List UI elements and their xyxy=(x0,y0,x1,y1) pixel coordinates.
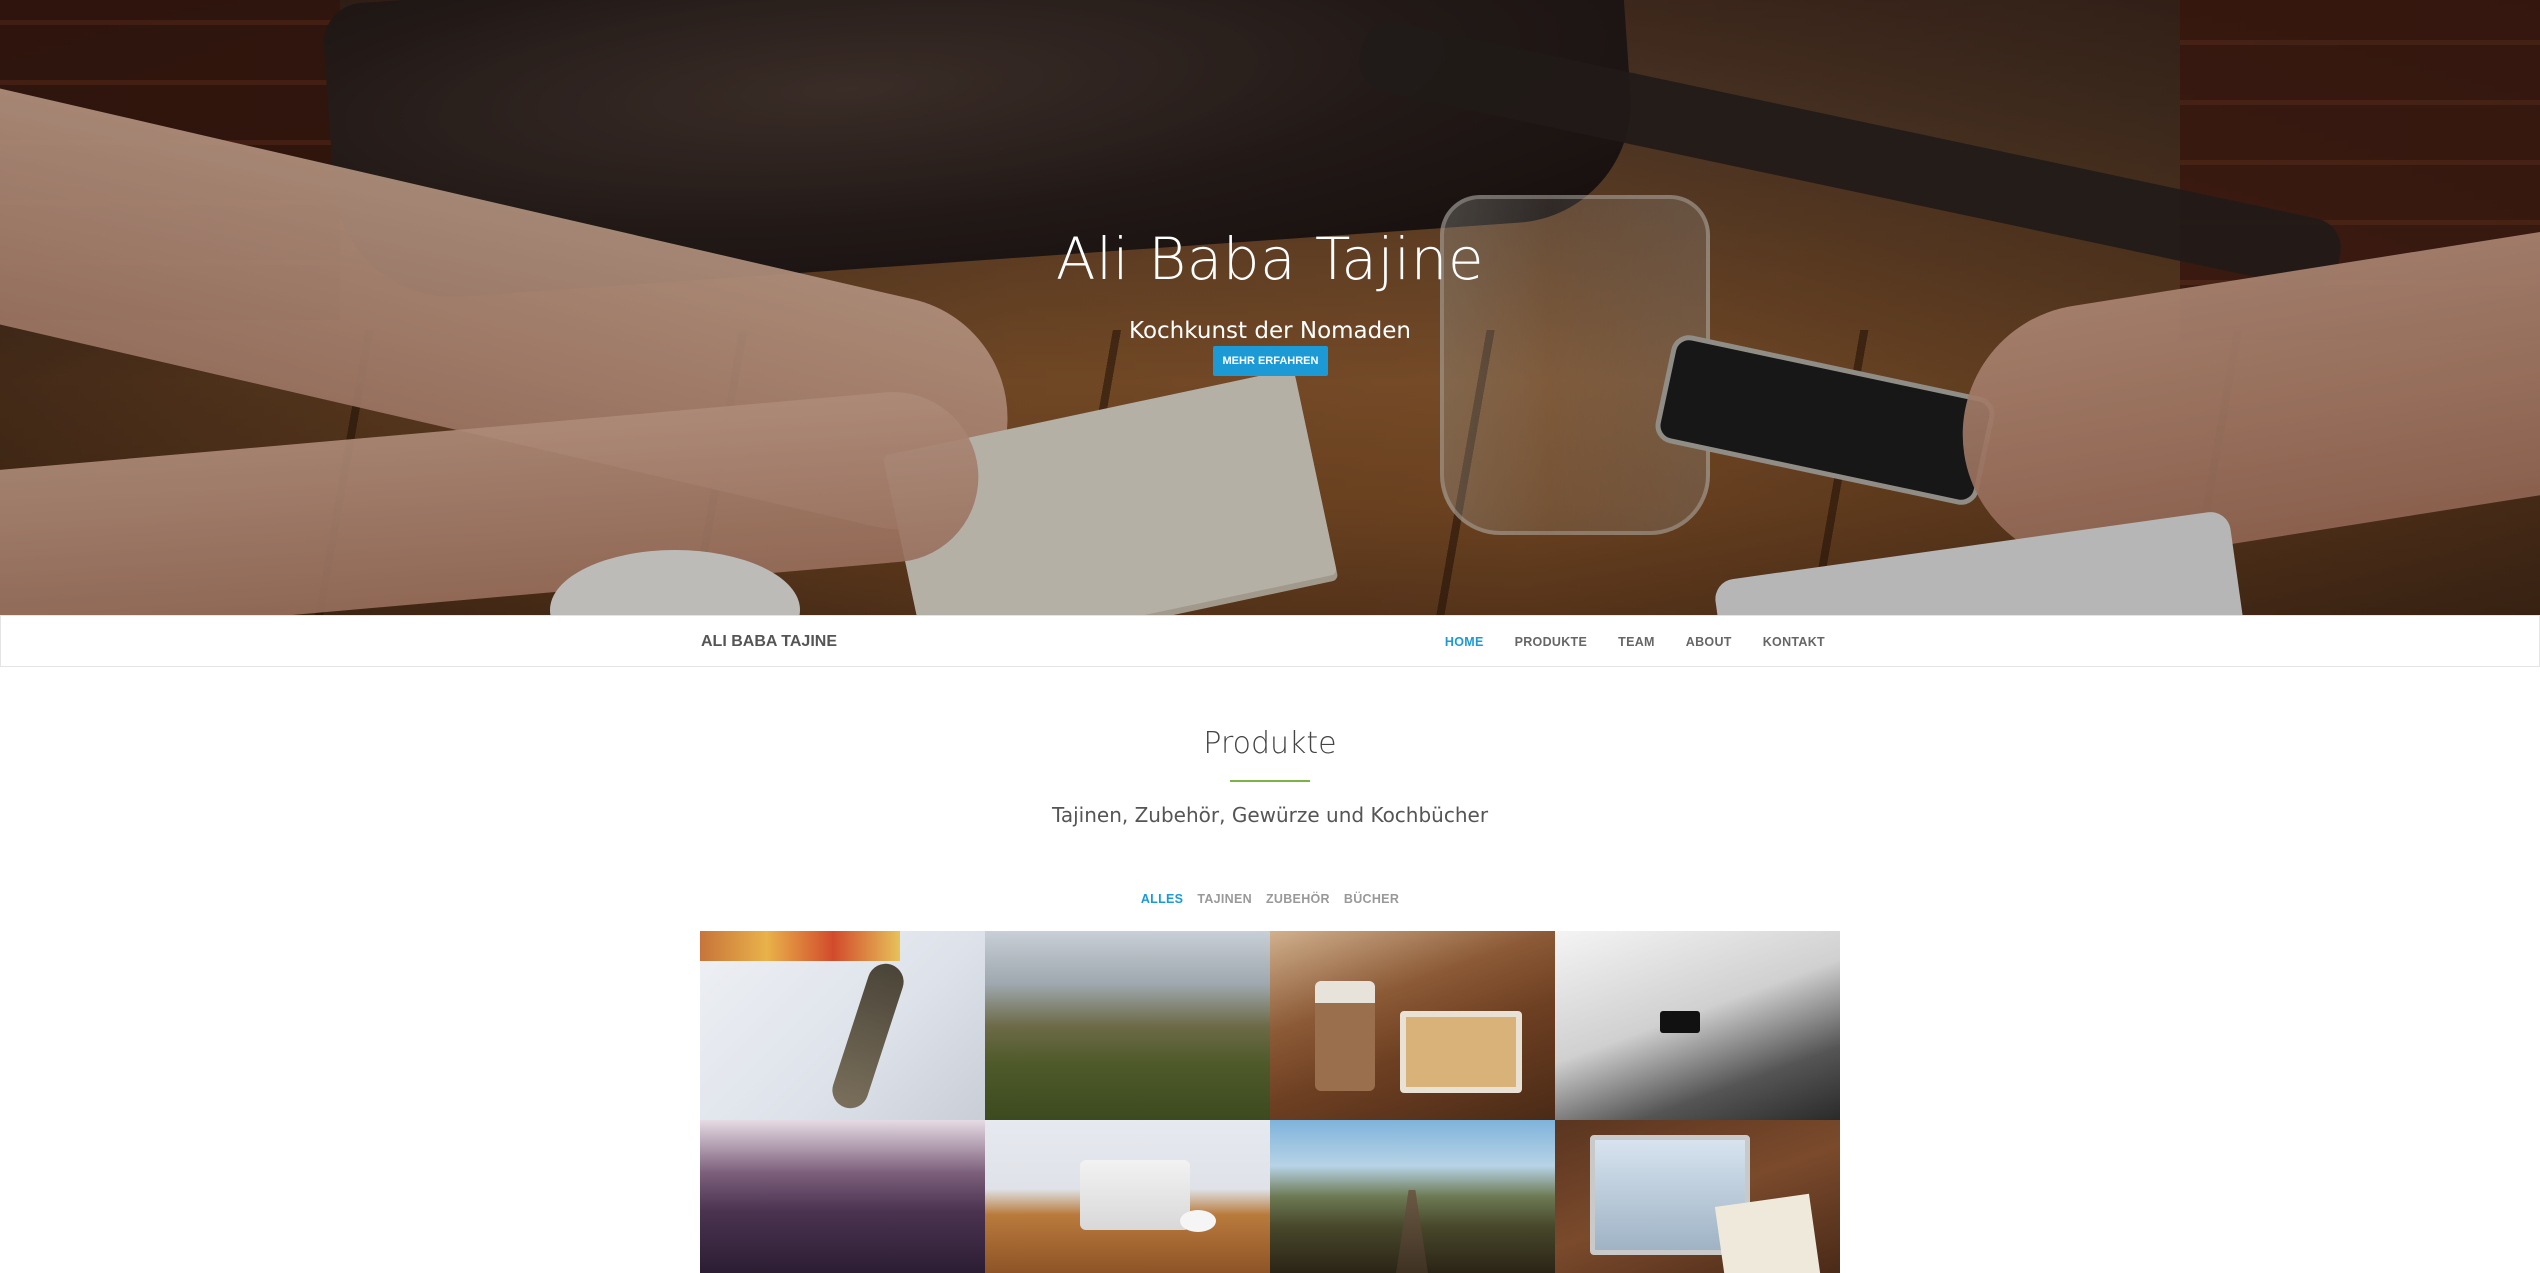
products-title-divider xyxy=(1230,780,1310,782)
products-subtitle: Tajinen, Zubehör, Gewürze und Kochbücher xyxy=(1051,803,1489,827)
product-tile-3[interactable] xyxy=(1270,931,1555,1120)
nav-link-kontakt[interactable]: KONTAKT xyxy=(1763,635,1825,649)
filter-alles[interactable]: ALLES xyxy=(1141,892,1183,906)
hero-title: Ali Baba Tajine xyxy=(1055,225,1485,293)
nav-link-about[interactable]: ABOUT xyxy=(1686,635,1732,649)
hero-subtitle: Kochkunst der Nomaden xyxy=(1129,318,1411,344)
learn-more-button[interactable]: MEHR ERFAHREN xyxy=(1213,346,1328,376)
hero-section: Ali Baba Tajine Kochkunst der Nomaden ME… xyxy=(0,0,2540,615)
product-tile-4[interactable] xyxy=(1555,931,1840,1120)
product-grid xyxy=(700,931,1840,1273)
product-tile-2[interactable] xyxy=(985,931,1270,1120)
filter-tajinen[interactable]: TAJINEN xyxy=(1197,892,1252,906)
nav-link-produkte[interactable]: PRODUKTE xyxy=(1515,635,1588,649)
brand-link[interactable]: ALI BABA TAJINE xyxy=(701,616,837,668)
nav-links: HOME PRODUKTE TEAM ABOUT KONTAKT xyxy=(1445,616,1825,668)
product-tile-6[interactable] xyxy=(985,1120,1270,1273)
nav-link-home[interactable]: HOME xyxy=(1445,635,1484,649)
product-tile-5[interactable] xyxy=(700,1120,985,1273)
product-filters: ALLES TAJINEN ZUBEHÖR BÜCHER xyxy=(0,892,2540,906)
filter-zubehoer[interactable]: ZUBEHÖR xyxy=(1266,892,1330,906)
product-tile-1[interactable] xyxy=(700,931,985,1120)
nav-link-team[interactable]: TEAM xyxy=(1618,635,1655,649)
main-navbar: ALI BABA TAJINE HOME PRODUKTE TEAM ABOUT… xyxy=(0,615,2540,667)
products-title: Produkte xyxy=(1203,726,1337,761)
hero-content: Ali Baba Tajine Kochkunst der Nomaden ME… xyxy=(0,0,2540,615)
filter-buecher[interactable]: BÜCHER xyxy=(1344,892,1399,906)
product-tile-8[interactable] xyxy=(1555,1120,1840,1273)
product-tile-7[interactable] xyxy=(1270,1120,1555,1273)
